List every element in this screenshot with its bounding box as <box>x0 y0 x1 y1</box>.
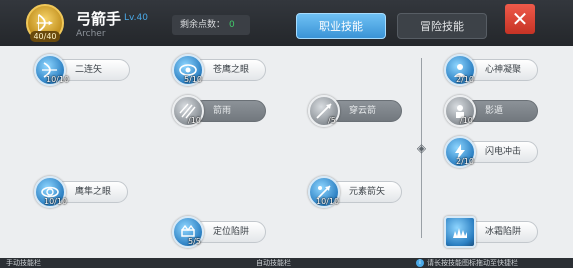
tab-job-skills[interactable]: 职业技能 <box>296 13 386 39</box>
skill-tree: ◈ 二连矢 10/10 苍鹰之眼 5/10 箭雨 /10 穿云箭 /5 鹰隼之眼… <box>0 46 573 258</box>
header-bar: 40/40 弓箭手 Lv.40 Archer 剩余点数： 0 职业技能 冒险技能 … <box>0 0 573 46</box>
skill-level: 10/10 <box>44 197 68 206</box>
skill-level: /5 <box>328 116 336 125</box>
skill-level: 10/10 <box>46 75 70 84</box>
class-name-en: Archer <box>76 29 106 39</box>
drag-hint: i 请长按技能图标拖动至快捷栏 <box>416 258 518 268</box>
emblem-level-badge: 40/40 <box>30 31 60 42</box>
points-value: 0 <box>229 20 235 30</box>
manual-skill-bar-label: 手动技能栏 <box>6 259 41 267</box>
frost-trap-icon <box>444 216 476 248</box>
skill-level: 5/5 <box>188 237 201 246</box>
info-icon: i <box>416 259 424 267</box>
skill-window: 40/40 弓箭手 Lv.40 Archer 剩余点数： 0 职业技能 冒险技能 … <box>0 0 573 268</box>
skill-level: 2/10 <box>456 75 474 84</box>
footer-bar: 手动技能栏 自动技能栏 i 请长按技能图标拖动至快捷栏 <box>0 258 573 268</box>
skill-level: 2/10 <box>456 157 474 166</box>
skill-level: 10/10 <box>316 197 340 206</box>
divider-ornament-icon: ◈ <box>416 141 427 155</box>
close-button[interactable]: ✕ <box>505 4 535 34</box>
remaining-points: 剩余点数： 0 <box>172 15 250 35</box>
skill-level: /10 <box>460 116 473 125</box>
class-name: 弓箭手 <box>76 10 122 28</box>
skill-level: /10 <box>188 116 201 125</box>
points-label: 剩余点数： <box>180 20 226 30</box>
auto-skill-bar-label: 自动技能栏 <box>256 259 291 267</box>
tab-adventure-skills[interactable]: 冒险技能 <box>397 13 487 39</box>
skill-level: 5/10 <box>184 75 202 84</box>
class-level: Lv.40 <box>124 13 148 23</box>
